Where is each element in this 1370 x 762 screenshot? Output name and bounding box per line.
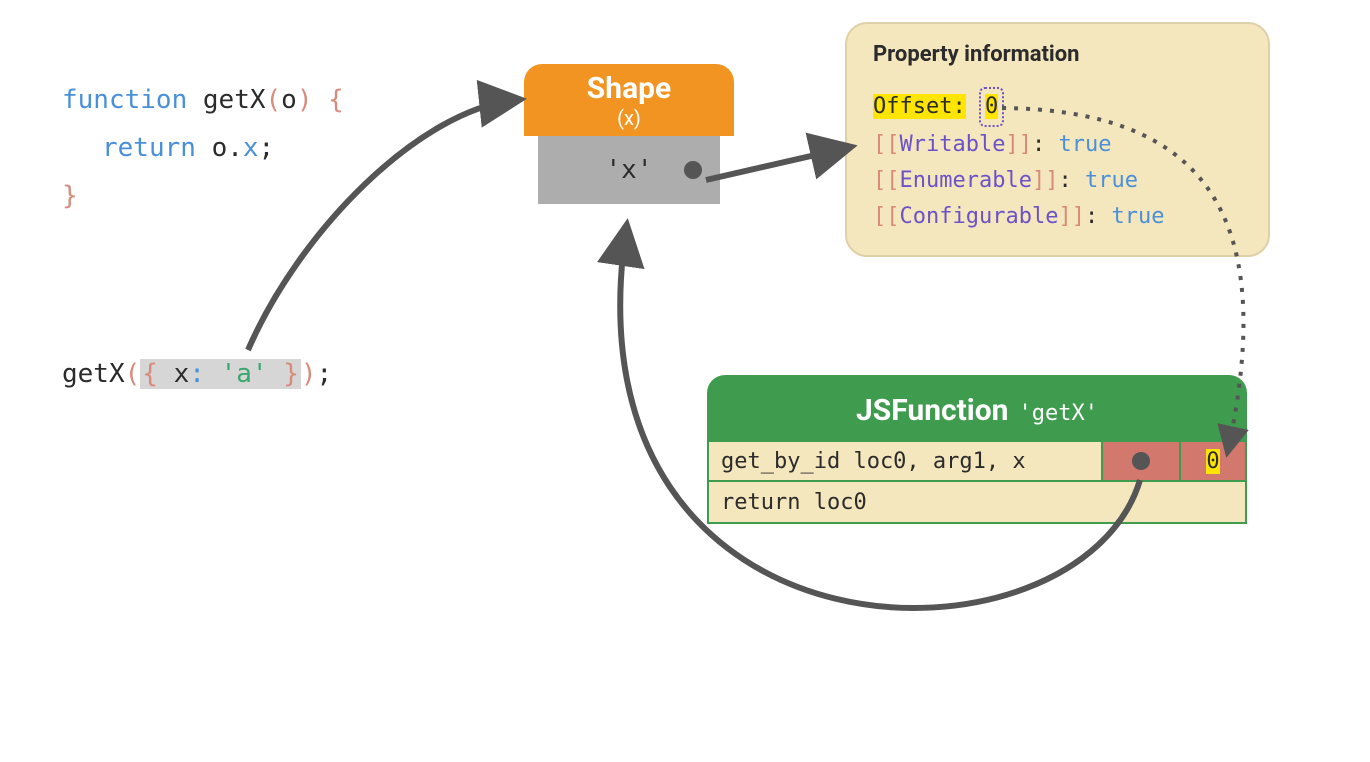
obj-brace-open: { — [142, 359, 158, 389]
shape-title: Shape — [524, 74, 734, 104]
shape-cell-label: 'x' — [606, 155, 653, 185]
offset-label: Offset: — [873, 94, 966, 119]
cache-shape-cell — [1101, 442, 1179, 480]
semi: ; — [259, 133, 275, 163]
obj-brace-close: } — [283, 359, 299, 389]
prop-access: x — [243, 133, 259, 163]
call-name: getX — [62, 359, 125, 389]
obj-colon: : — [189, 359, 205, 389]
object-literal: { x: 'a' } — [140, 359, 301, 389]
shape-subtitle: (x) — [524, 106, 734, 130]
jsfunction-name: 'getX' — [1018, 401, 1097, 426]
shape-header: Shape (x) — [524, 64, 734, 136]
jsfunction-row-2: return loc0 — [709, 482, 1245, 522]
shape-cell: 'x' — [538, 136, 720, 204]
obj-key: x — [174, 359, 190, 389]
code-function-def: function getX(o) { return o.x; } — [62, 76, 344, 220]
param: o — [281, 85, 297, 115]
jsfunction-box: JSFunction 'getX' get_by_id loc0, arg1, … — [707, 375, 1247, 524]
offset-line: Offset: 0 — [873, 87, 1242, 127]
jsfunction-header: JSFunction 'getX' — [707, 375, 1247, 442]
cache-offset-value: 0 — [1206, 449, 1219, 474]
code-call: getX({ x: 'a' }); — [62, 350, 332, 398]
property-info-title: Property information — [873, 42, 1242, 67]
writable-line: [[Writable]]: true — [873, 127, 1242, 163]
obj-ref: o — [212, 133, 228, 163]
instr-get-by-id: get_by_id loc0, arg1, x — [709, 442, 1101, 480]
property-info-box: Property information Offset: 0 [[Writabl… — [845, 22, 1270, 257]
jsfunction-row-1: get_by_id loc0, arg1, x 0 — [709, 442, 1245, 482]
cache-offset-cell: 0 — [1179, 442, 1245, 480]
kw-function: function — [62, 85, 187, 115]
jsfunction-body: get_by_id loc0, arg1, x 0 return loc0 — [707, 442, 1247, 524]
dot: . — [227, 133, 243, 163]
call-paren-close: ) — [301, 359, 317, 389]
call-paren-open: ( — [125, 359, 141, 389]
brace-open: { — [328, 85, 344, 115]
jsfunction-title: JSFunction — [856, 393, 1008, 428]
cache-shape-dot-icon — [1132, 452, 1150, 470]
offset-value: 0 — [985, 94, 998, 119]
paren-close: ) — [297, 85, 313, 115]
call-semi: ; — [317, 359, 333, 389]
fn-name: getX — [203, 85, 266, 115]
enumerable-line: [[Enumerable]]: true — [873, 163, 1242, 199]
shape-link-dot-icon — [684, 161, 702, 179]
brace-close: } — [62, 181, 78, 211]
obj-val: 'a' — [221, 359, 268, 389]
paren-open: ( — [266, 85, 282, 115]
offset-value-box: 0 — [979, 87, 1004, 127]
configurable-line: [[Configurable]]: true — [873, 199, 1242, 235]
kw-return: return — [102, 133, 196, 163]
shape-box: Shape (x) 'x' — [524, 64, 734, 204]
instr-return: return loc0 — [709, 482, 1245, 522]
